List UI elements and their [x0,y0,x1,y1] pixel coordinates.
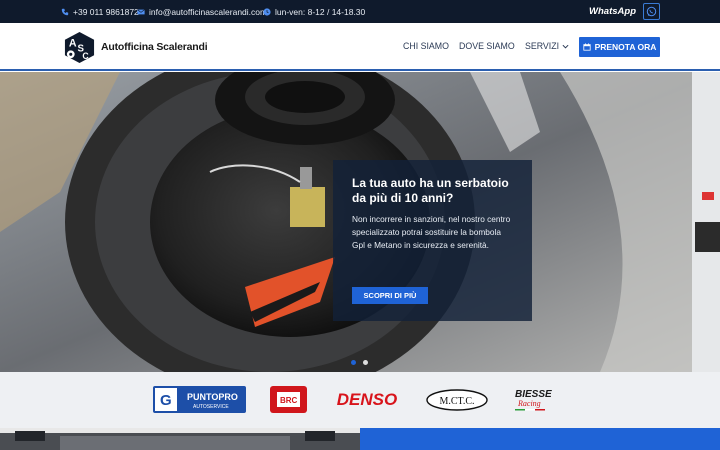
svg-text:G: G [160,392,172,409]
phone-contact[interactable]: +39 011 9861872 [61,0,139,23]
puntopro-subtext: AUTOSERVICE [193,404,229,410]
nav-servizi[interactable]: SERVIZI [525,41,569,51]
hero-card: La tua auto ha un serbatoio da più di 10… [333,160,532,321]
email-contact[interactable]: info@autofficinascalerandi.com [137,0,267,23]
partner-logos: G PUNTOPRO AUTOSERVICE BRC DENSO M.CT.C.… [0,372,720,428]
svg-text:C: C [82,51,89,61]
phone-icon [61,8,69,15]
clock-icon [263,7,271,16]
nav-servizi-label: SERVIZI [525,41,560,51]
biesse-logo[interactable]: BIESSE Racing [512,386,568,413]
email-address[interactable]: info@autofficinascalerandi.com [149,7,267,17]
brc-icon: BRC [270,386,307,413]
svg-text:A: A [69,38,77,50]
brand-name[interactable]: Autofficina Scalerandi [101,41,208,53]
whatsapp-icon [646,6,657,17]
prenota-ora-button[interactable]: PRENOTA ORA [579,37,660,57]
site-header: A S C Autofficina Scalerandi CHI SIAMO D… [0,23,720,71]
biesse-icon: BIESSE Racing [515,389,552,411]
scopri-di-piu-button[interactable]: SCOPRI DI PIÙ [352,287,428,304]
top-bar: +39 011 9861872 info@autofficinascaleran… [0,0,720,23]
workshop-photo [0,428,360,450]
phone-number[interactable]: +39 011 9861872 [73,7,139,17]
nav-dove-siamo[interactable]: DOVE SIAMO [459,41,515,51]
slider-dot-2[interactable] [363,360,368,365]
calendar-icon [582,43,591,51]
puntopro-text: PUNTOPRO [187,392,238,402]
workshop-image [0,428,360,450]
hours-text: lun-ven: 8-12 / 14-18.30 [275,6,366,17]
mctc-icon: M.CT.C. [426,388,488,411]
site-logo[interactable]: A S C [63,31,96,64]
puntopro-icon: G PUNTOPRO AUTOSERVICE [153,386,246,413]
opening-hours: lun-ven: 8-12 / 14-18.30 [263,0,365,23]
g-puntopro-logo[interactable]: G PUNTOPRO AUTOSERVICE [153,386,246,413]
nav-chi-siamo[interactable]: CHI SIAMO [403,41,449,51]
hero-slider[interactable]: La tua auto ha un serbatoio da più di 10… [0,72,720,372]
brc-logo[interactable]: BRC [270,386,307,413]
mctc-text: M.CT.C. [439,396,474,407]
biesse-subtext: Racing [517,399,541,408]
chevron-down-icon [562,44,569,49]
hero-text: Non incorrere in sanzioni, nel nostro ce… [352,214,511,250]
mctc-logo[interactable]: M.CT.C. [426,386,488,413]
whatsapp-button[interactable] [643,3,660,20]
envelope-icon [137,8,145,14]
whatsapp-label[interactable]: WhatsApp [589,0,636,23]
slider-dots [351,360,368,365]
slider-dot-1[interactable] [351,360,356,365]
hero-title: La tua auto ha un serbatoio da più di 10… [352,176,509,205]
prenota-ora-label: PRENOTA ORA [594,42,657,52]
denso-logo[interactable]: DENSO [333,386,401,413]
blue-panel [360,428,720,450]
brc-text: BRC [280,396,298,405]
